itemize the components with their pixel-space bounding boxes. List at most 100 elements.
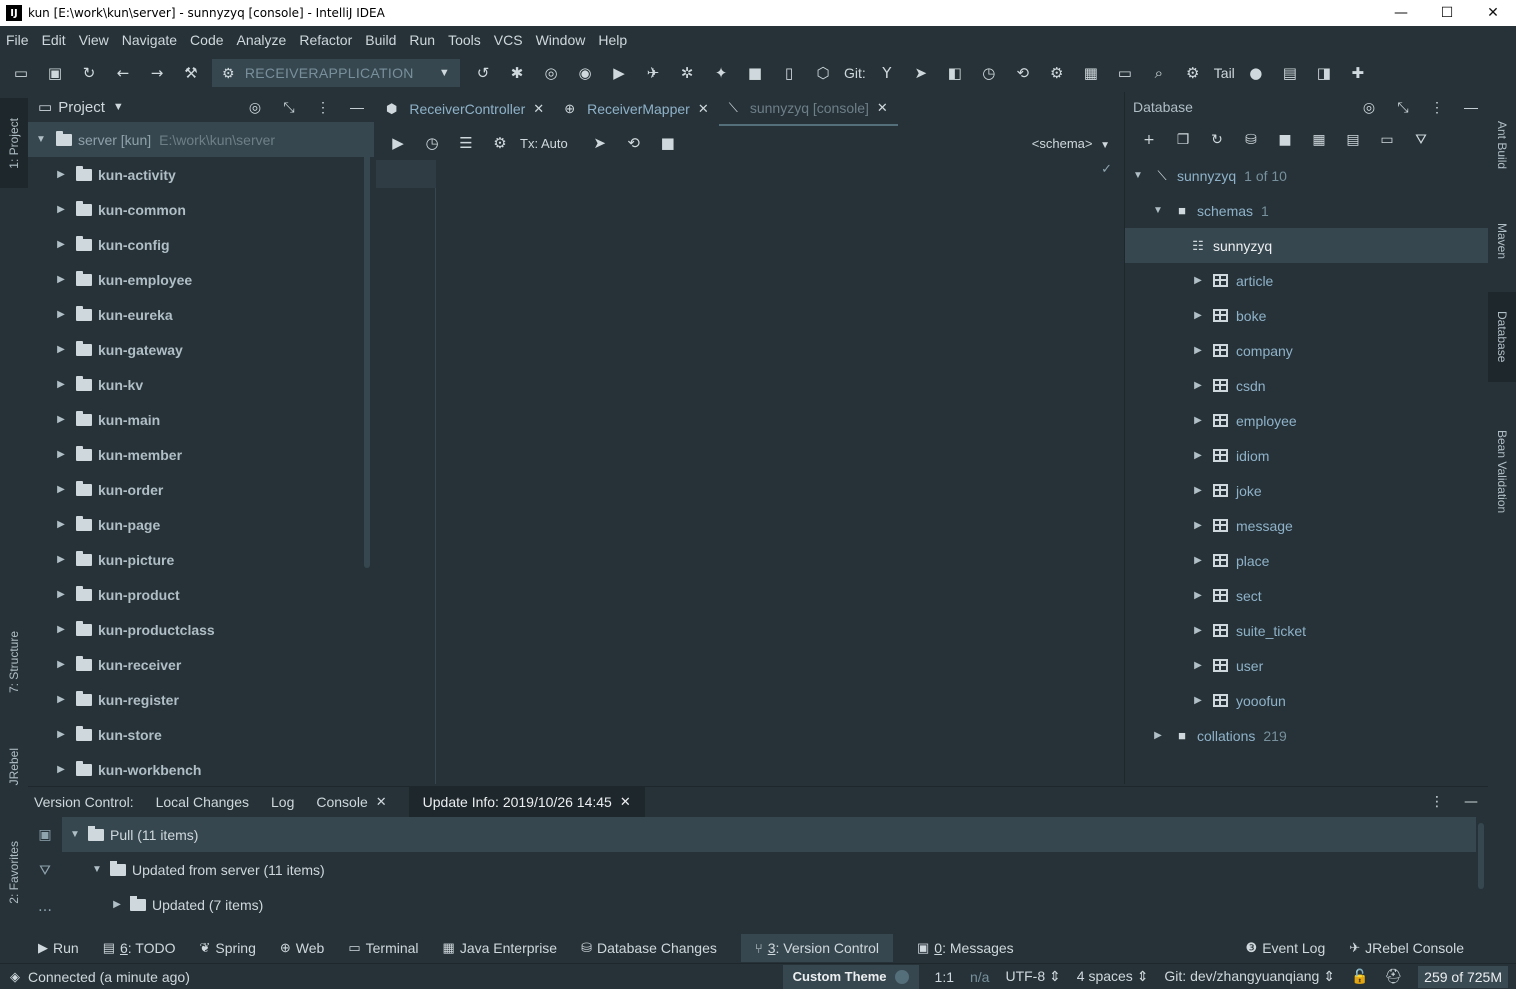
table-row[interactable]: ▶ employee xyxy=(1125,403,1488,438)
chevron-down-icon[interactable]: ▼ xyxy=(113,101,124,113)
menu-code[interactable]: Code xyxy=(190,32,223,48)
hide-panel-icon[interactable]: — xyxy=(340,99,374,116)
close-icon[interactable]: ✕ xyxy=(620,794,631,810)
file-encoding[interactable]: UTF-8 ⇕ xyxy=(1005,968,1060,985)
chevron-right-icon[interactable]: ▶ xyxy=(54,589,68,600)
project-structure-icon[interactable]: ▦ xyxy=(1078,60,1104,86)
chevron-right-icon[interactable]: ▶ xyxy=(1151,730,1165,741)
open-folder-icon[interactable]: ▭ xyxy=(8,60,34,86)
console-icon[interactable]: ▭ xyxy=(1373,132,1401,148)
stop-icon[interactable]: ■ xyxy=(654,134,682,152)
chevron-down-icon[interactable]: ▼ xyxy=(1131,170,1145,181)
table-row[interactable]: ▶ joke xyxy=(1125,473,1488,508)
debug-bug-icon[interactable]: ✱ xyxy=(504,60,530,86)
chevron-right-icon[interactable]: ▶ xyxy=(54,449,68,460)
tree-module-row[interactable]: ▶ kun-config xyxy=(28,227,374,262)
chevron-right-icon[interactable]: ▶ xyxy=(54,484,68,495)
chevron-right-icon[interactable]: ▶ xyxy=(54,309,68,320)
execute-play-icon[interactable]: ▶ xyxy=(384,134,412,152)
tool-tab-version-control[interactable]: ⑂ 3: Version Control xyxy=(740,934,893,962)
inspector-icon[interactable]: ⛑ xyxy=(1384,968,1402,985)
chevron-right-icon[interactable]: ▶ xyxy=(54,274,68,285)
chevron-right-icon[interactable]: ▶ xyxy=(54,554,68,565)
chevron-right-icon[interactable]: ▶ xyxy=(1191,555,1205,566)
chevron-right-icon[interactable]: ▶ xyxy=(54,659,68,670)
collations-row[interactable]: ▶ ■ collations 219 xyxy=(1125,718,1488,753)
back-icon[interactable]: ← xyxy=(110,60,136,86)
rollback-icon[interactable]: ⟲ xyxy=(620,134,648,152)
table-row[interactable]: ▶ sect xyxy=(1125,578,1488,613)
close-window-button[interactable]: ✕ xyxy=(1470,0,1516,26)
chevron-right-icon[interactable]: ▶ xyxy=(1191,345,1205,356)
close-icon[interactable]: ✕ xyxy=(877,100,888,116)
tree-module-row[interactable]: ▶ kun-store xyxy=(28,717,374,752)
chevron-right-icon[interactable]: ▶ xyxy=(1191,695,1205,706)
tree-module-row[interactable]: ▶ kun-activity xyxy=(28,157,374,192)
tree-module-row[interactable]: ▶ kun-workbench xyxy=(28,752,374,787)
refresh-icon[interactable]: ↻ xyxy=(1203,132,1231,148)
line-separator[interactable]: n/a xyxy=(970,969,989,985)
chevron-right-icon[interactable]: ▶ xyxy=(110,899,124,910)
schema-row[interactable]: ☷ sunnyzyq xyxy=(1125,228,1488,263)
chevron-right-icon[interactable]: ▶ xyxy=(1191,590,1205,601)
tool-tab-todo[interactable]: ▤ 6: TODO xyxy=(103,940,176,956)
tab-log[interactable]: Log xyxy=(271,794,294,810)
tool-tab-maven[interactable]: Maven xyxy=(1488,206,1516,276)
table-editor-icon[interactable]: ▦ xyxy=(1305,132,1333,148)
tool-tab-event-log[interactable]: ❸ Event Log xyxy=(1246,940,1326,956)
tool-tab-web[interactable]: ⊕ Web xyxy=(280,940,324,956)
deploy-icon[interactable]: ⬡ xyxy=(810,60,836,86)
chevron-right-icon[interactable]: ▶ xyxy=(1191,415,1205,426)
tab-receiver-mapper[interactable]: ⊕ ReceiverMapper ✕ xyxy=(554,92,719,126)
tab-console[interactable]: Console ✕ xyxy=(316,794,386,810)
menu-view[interactable]: View xyxy=(79,32,109,48)
chevron-down-icon[interactable]: ▼ xyxy=(34,134,48,145)
menu-vcs[interactable]: VCS xyxy=(494,32,523,48)
chevron-right-icon[interactable]: ▶ xyxy=(1191,660,1205,671)
menu-tools[interactable]: Tools xyxy=(448,32,481,48)
filter-icon[interactable]: ⛛ xyxy=(28,853,62,889)
table-row[interactable]: ▶ company xyxy=(1125,333,1488,368)
tree-module-row[interactable]: ▶ kun-order xyxy=(28,472,374,507)
tool-tab-spring[interactable]: ❦ Spring xyxy=(200,940,256,956)
tool-tab-structure[interactable]: 7: Structure xyxy=(0,612,28,712)
filter-icon[interactable]: ⛛ xyxy=(1407,132,1435,148)
git-history-icon[interactable]: ◷ xyxy=(976,60,1002,86)
menu-refactor[interactable]: Refactor xyxy=(299,32,352,48)
chevron-right-icon[interactable]: ▶ xyxy=(54,379,68,390)
chevron-down-icon[interactable]: ▼ xyxy=(1151,205,1165,216)
tx-mode-select[interactable]: Tx: Auto xyxy=(520,136,568,151)
jrebel-run-icon[interactable]: ✈ xyxy=(640,60,666,86)
chevron-down-icon[interactable]: ▼ xyxy=(90,864,104,875)
git-push-icon[interactable]: ➤ xyxy=(908,60,934,86)
chevron-right-icon[interactable]: ▶ xyxy=(1191,380,1205,391)
chevron-right-icon[interactable]: ▶ xyxy=(1191,310,1205,321)
menu-window[interactable]: Window xyxy=(536,32,586,48)
tab-receiver-controller[interactable]: ⬢ ReceiverController ✕ xyxy=(376,92,554,126)
tool-tab-favorites[interactable]: 2: Favorites xyxy=(0,822,28,922)
table-row[interactable]: ▶ place xyxy=(1125,543,1488,578)
menu-edit[interactable]: Edit xyxy=(42,32,66,48)
tab-update-info[interactable]: Update Info: 2019/10/26 14:45 ✕ xyxy=(408,787,645,817)
commit-icon[interactable]: ➤ xyxy=(586,134,614,152)
chevron-right-icon[interactable]: ▶ xyxy=(54,169,68,180)
chevron-right-icon[interactable]: ▶ xyxy=(54,344,68,355)
git-branch[interactable]: Git: dev/zhangyuanqiang ⇕ xyxy=(1164,968,1335,985)
search-icon[interactable]: ⌕ xyxy=(1146,60,1172,86)
project-panel-title[interactable]: Project xyxy=(58,99,105,116)
table-row[interactable]: ▶ boke xyxy=(1125,298,1488,333)
tree-module-row[interactable]: ▶ kun-register xyxy=(28,682,374,717)
schema-select[interactable]: <schema> ▼ xyxy=(1032,136,1110,151)
run-play-icon[interactable]: ▶ xyxy=(606,60,632,86)
locate-target-icon[interactable]: ◎ xyxy=(1352,99,1386,116)
more-options-icon[interactable]: ⋮ xyxy=(306,99,340,116)
puzzle-icon[interactable]: ✚ xyxy=(1345,60,1371,86)
lock-icon[interactable]: 🔓 xyxy=(1351,968,1368,985)
tree-module-row[interactable]: ▶ kun-main xyxy=(28,402,374,437)
tree-module-row[interactable]: ▶ kun-picture xyxy=(28,542,374,577)
maximize-button[interactable]: ☐ xyxy=(1424,0,1470,26)
schema-sync-icon[interactable]: ⛁ xyxy=(1237,132,1265,148)
git-compare-icon[interactable]: ◧ xyxy=(942,60,968,86)
more-icon[interactable]: … xyxy=(28,889,62,925)
tree-module-row[interactable]: ▶ kun-kv xyxy=(28,367,374,402)
